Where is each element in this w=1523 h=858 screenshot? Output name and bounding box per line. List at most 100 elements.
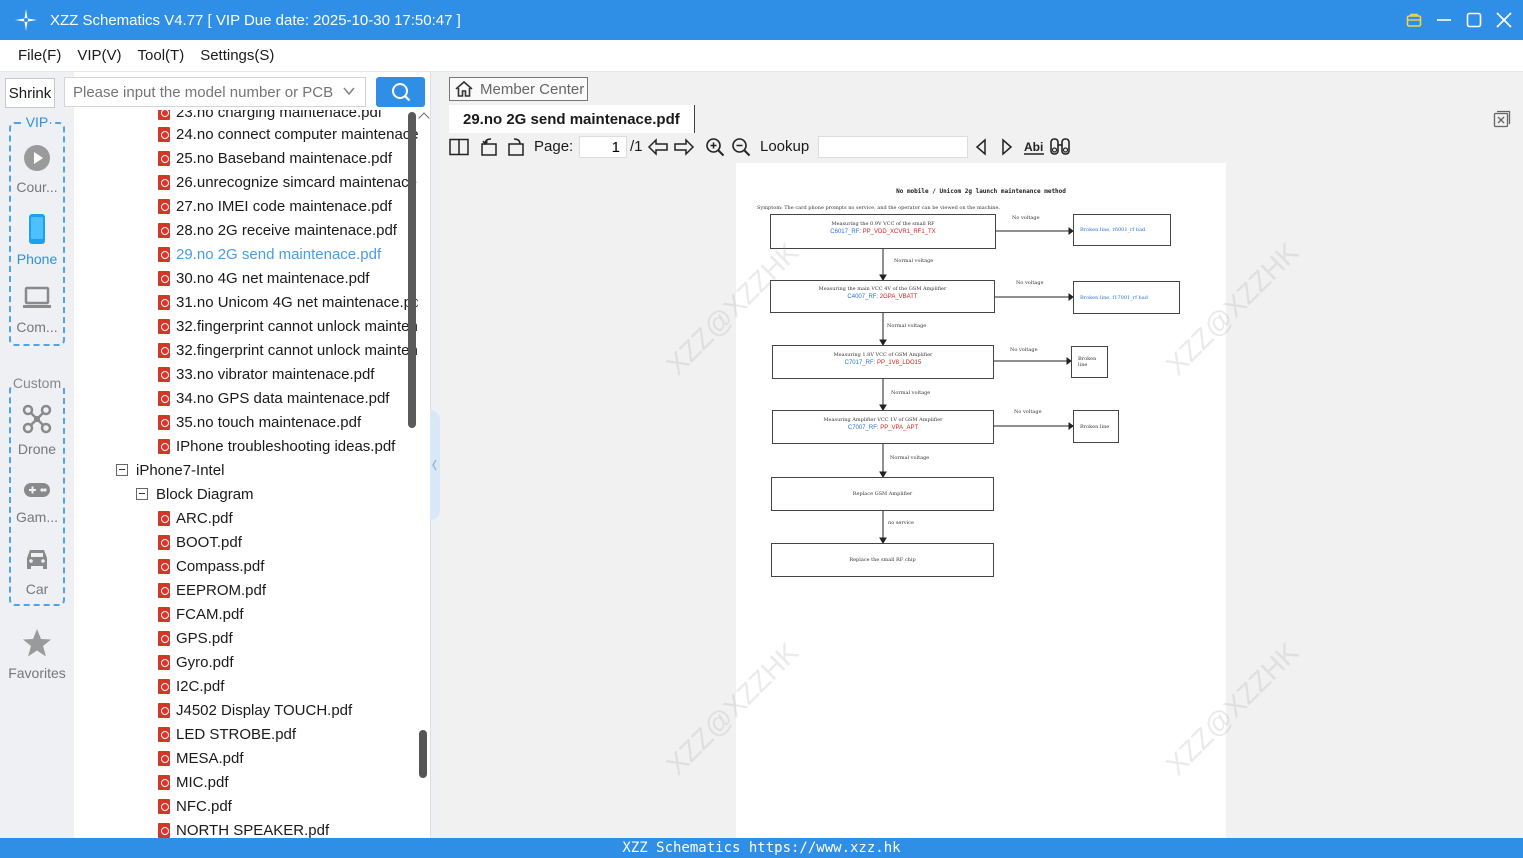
play-circle-icon <box>24 145 50 171</box>
pdf-icon <box>158 150 170 166</box>
sidebar-item-label: Favorites <box>8 665 66 681</box>
tree-subfolder[interactable]: Block Diagram <box>136 482 254 506</box>
sidebar-item-games[interactable]: Gam... <box>0 478 74 525</box>
find-previous-icon[interactable] <box>970 136 992 158</box>
rotate-right-icon[interactable] <box>505 136 527 158</box>
pdf-icon <box>158 582 170 598</box>
flow-step: Measuring Amplifier VCC 1V of GSM Amplif… <box>772 410 994 444</box>
tree-scroll-track[interactable] <box>418 110 430 838</box>
tree-file-item[interactable]: IPhone troubleshooting ideas.pdf <box>158 434 395 458</box>
minimize-button[interactable] <box>1435 11 1453 29</box>
sidebar-item-favorites[interactable]: Favorites <box>0 628 74 681</box>
menu-vip[interactable]: VIP(V) <box>77 47 121 64</box>
menu-tool[interactable]: Tool(T) <box>138 47 185 64</box>
pdf-icon <box>158 630 170 646</box>
tree-file-item[interactable]: 31.no Unicom 4G net maintenace.pdf <box>158 290 418 314</box>
sidebar-item-phone[interactable]: Phone <box>0 214 74 267</box>
tree-file-item[interactable]: NORTH SPEAKER.pdf <box>158 818 329 838</box>
zoom-in-icon[interactable] <box>704 136 726 158</box>
rotate-left-icon[interactable] <box>478 136 500 158</box>
tree-file-item[interactable]: J4502 Display TOUCH.pdf <box>158 698 352 722</box>
vip-group-label: VIP <box>23 114 51 130</box>
document-tab[interactable]: 29.no 2G send maintenace.pdf <box>449 105 695 133</box>
laptop-icon <box>23 286 51 308</box>
tree-file-item[interactable]: 28.no 2G receive maintenace.pdf <box>158 218 397 242</box>
flow-result: Broken line, f17001_rf bad <box>1073 281 1180 314</box>
flow-result: Broken line, r6001_rf bad <box>1073 214 1171 246</box>
tree-file-item[interactable]: I2C.pdf <box>158 674 224 698</box>
tree-file-item[interactable]: 32.fingerprint cannot unlock maintenace.… <box>158 338 418 362</box>
status-bar: XZZ Schematics https://www.xzz.hk <box>0 838 1523 858</box>
sidebar-item-label: Phone <box>16 251 58 267</box>
search-input[interactable] <box>64 77 366 107</box>
binoculars-icon[interactable] <box>1049 136 1071 158</box>
sidebar-item-courses[interactable]: Cour... <box>0 144 74 195</box>
pdf-icon <box>158 678 170 694</box>
flow-result: Broken line <box>1073 410 1119 443</box>
tree-inner-scrollbar[interactable] <box>408 112 416 428</box>
maximize-button[interactable] <box>1465 11 1483 29</box>
file-tree: 23.no charging maintenace.pdf 24.no conn… <box>74 110 418 838</box>
pdf-icon <box>158 702 170 718</box>
pdf-icon <box>158 798 170 814</box>
car-icon <box>27 550 47 569</box>
tree-file-item[interactable]: 32.fingerprint cannot unlock maintenace.… <box>158 314 418 338</box>
pdf-icon <box>158 774 170 790</box>
sidebar-item-car[interactable]: Car <box>0 546 74 597</box>
tree-folder[interactable]: iPhone7-Intel <box>116 458 224 482</box>
tree-file-item[interactable]: ARC.pdf <box>158 506 233 530</box>
tree-file-item[interactable]: FCAM.pdf <box>158 602 244 626</box>
bag-icon[interactable] <box>1405 11 1423 29</box>
member-center-button[interactable]: Member Center <box>449 77 588 101</box>
app-logo-icon <box>14 8 38 32</box>
tree-file-item[interactable]: BOOT.pdf <box>158 530 242 554</box>
pdf-icon <box>158 342 170 358</box>
tree-file-item[interactable]: 27.no IMEI code maintenace.pdf <box>158 194 392 218</box>
pdf-icon <box>158 414 170 430</box>
tree-file-item[interactable]: LED STROBE.pdf <box>158 722 296 746</box>
tree-file-item[interactable]: MESA.pdf <box>158 746 244 770</box>
collapse-icon[interactable] <box>116 464 128 476</box>
tree-file-item[interactable]: Gyro.pdf <box>158 650 234 674</box>
chevron-down-icon[interactable] <box>342 84 356 98</box>
pdf-icon <box>158 534 170 550</box>
tree-file-item[interactable]: EEPROM.pdf <box>158 578 266 602</box>
next-page-arrow-icon[interactable] <box>673 136 695 158</box>
match-case-icon[interactable]: Abi <box>1022 136 1046 158</box>
search-icon <box>391 83 410 102</box>
zoom-out-icon[interactable] <box>730 136 752 158</box>
menu-file[interactable]: File(F) <box>18 47 61 64</box>
collapse-icon[interactable] <box>136 488 148 500</box>
sidebar-item-computer[interactable]: Com... <box>0 286 74 335</box>
close-button[interactable] <box>1495 11 1513 29</box>
sidebar-item-drone[interactable]: Drone <box>0 404 74 457</box>
tree-file-item-selected[interactable]: 29.no 2G send maintenace.pdf <box>158 242 381 266</box>
collapse-panel-handle[interactable] <box>430 410 440 520</box>
tree-file-item[interactable]: Compass.pdf <box>158 554 264 578</box>
dual-page-icon[interactable] <box>448 136 470 158</box>
tree-file-item[interactable]: GPS.pdf <box>158 626 233 650</box>
pdf-icon <box>158 366 170 382</box>
tree-file-item[interactable]: MIC.pdf <box>158 770 229 794</box>
close-tabs-icon[interactable] <box>1493 110 1511 128</box>
menu-settings[interactable]: Settings(S) <box>200 47 274 64</box>
pdf-icon <box>158 222 170 238</box>
tree-file-item[interactable]: 25.no Baseband maintenace.pdf <box>158 146 392 170</box>
pdf-icon <box>158 726 170 742</box>
prev-page-arrow-icon[interactable] <box>647 136 669 158</box>
pdf-icon <box>158 174 170 190</box>
tree-file-item[interactable]: 34.no GPS data maintenace.pdf <box>158 386 389 410</box>
search-button[interactable] <box>376 77 425 107</box>
tree-scrollbar-thumb[interactable] <box>419 730 427 778</box>
tree-file-item[interactable]: 33.no vibrator maintenace.pdf <box>158 362 374 386</box>
tree-file-item[interactable]: 24.no connect computer maintenace.pdf <box>158 122 418 146</box>
tree-file-item[interactable]: 35.no touch maintenace.pdf <box>158 410 361 434</box>
shrink-button[interactable]: Shrink <box>5 78 55 108</box>
tree-file-item[interactable]: 30.no 4G net maintenace.pdf <box>158 266 369 290</box>
lookup-input[interactable] <box>818 136 968 158</box>
tree-file-item[interactable]: 26.unrecognize simcard maintenace.pdf <box>158 170 418 194</box>
page-number-input[interactable] <box>579 136 627 158</box>
tree-file-item[interactable]: NFC.pdf <box>158 794 232 818</box>
sidebar-item-label: Gam... <box>15 509 58 525</box>
find-next-icon[interactable] <box>996 136 1018 158</box>
